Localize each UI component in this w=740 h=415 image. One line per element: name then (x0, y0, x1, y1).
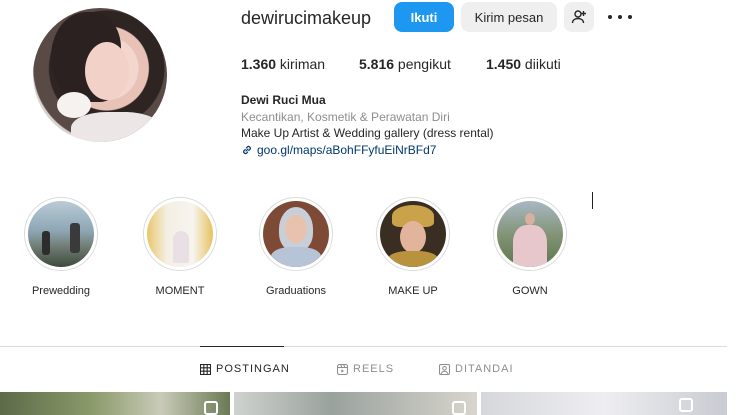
following-count[interactable]: 1.450 diikuti (486, 56, 561, 72)
profile-username: dewirucimakeup (241, 8, 372, 28)
avatar-shoulder (71, 112, 161, 142)
highlight-cover (147, 201, 213, 267)
highlight-cover (497, 201, 563, 267)
tab-posts[interactable]: POSTINGAN (200, 363, 290, 375)
link-icon (243, 145, 251, 154)
highlight-cover (263, 201, 329, 267)
highlight-makeup[interactable]: MAKE UP (376, 197, 450, 297)
bio-link-text[interactable]: goo.gl/maps/aBohFFyfuEiNrBFd7 (257, 142, 436, 159)
tabs-divider (0, 346, 727, 347)
follow-button[interactable]: Ikuti (394, 2, 454, 32)
highlight-label: Graduations (266, 285, 326, 297)
post-thumbnail[interactable] (0, 392, 230, 415)
send-message-button[interactable]: Kirim pesan (461, 2, 557, 32)
highlight-label: MAKE UP (388, 285, 438, 297)
tab-tagged-label: DITANDAI (455, 363, 514, 375)
bio-category: Kecantikan, Kosmetik & Perawatan Diri (241, 109, 450, 124)
highlight-cover (28, 201, 94, 267)
reels-icon (337, 363, 348, 375)
profile-avatar[interactable] (33, 8, 167, 142)
more-options-icon[interactable] (608, 8, 632, 26)
bio-description: Make Up Artist & Wedding gallery (dress … (241, 126, 494, 140)
highlight-label: GOWN (512, 285, 548, 297)
text-cursor (592, 192, 593, 209)
bio-name: Dewi Ruci Mua (241, 93, 326, 107)
bio-link[interactable]: goo.gl/maps/aBohFFyfuEiNrBFd7 (241, 142, 494, 159)
post-thumbnail[interactable] (481, 392, 727, 415)
highlight-label: MOMENT (155, 285, 205, 297)
active-tab-indicator (200, 346, 284, 347)
tagged-icon (439, 363, 450, 375)
highlight-graduations[interactable]: Graduations (259, 197, 333, 297)
avatar-face (85, 42, 129, 100)
followers-count[interactable]: 5.816 pengikut (359, 56, 451, 72)
post-thumbnail[interactable] (234, 392, 477, 415)
posts-count[interactable]: 1.360 kiriman (241, 56, 325, 72)
tab-reels[interactable]: REELS (337, 363, 394, 375)
tab-reels-label: REELS (353, 363, 395, 375)
tab-posts-label: POSTINGAN (216, 363, 290, 375)
grid-icon (200, 363, 211, 375)
highlight-moment[interactable]: MOMENT (143, 197, 217, 297)
tab-tagged[interactable]: DITANDAI (439, 363, 514, 375)
highlight-label: Prewedding (31, 285, 91, 297)
add-user-icon (571, 10, 586, 24)
suggest-users-button[interactable] (564, 2, 594, 32)
highlight-prewedding[interactable]: Prewedding (24, 197, 98, 297)
highlight-gown[interactable]: GOWN (493, 197, 567, 297)
profile-bio: Dewi Ruci Mua Kecantikan, Kosmetik & Per… (241, 92, 494, 158)
highlight-cover (380, 201, 446, 267)
